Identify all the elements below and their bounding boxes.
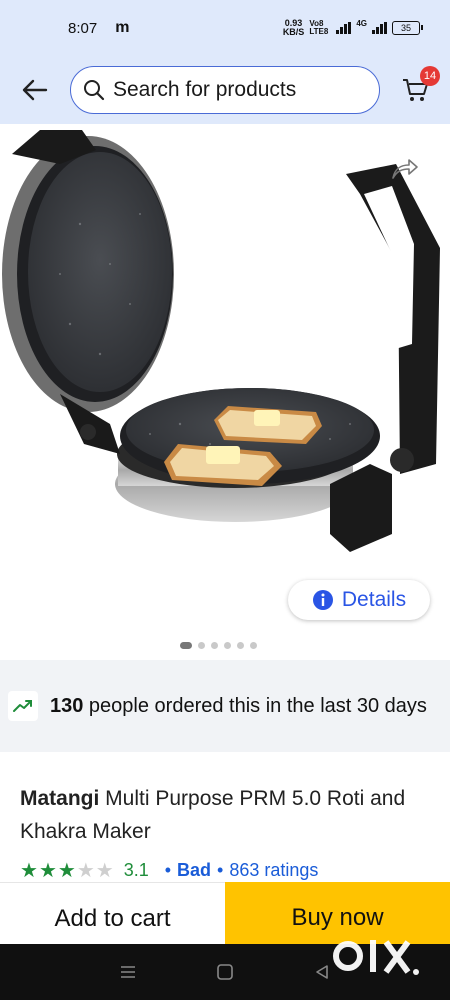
home-button[interactable] [210, 957, 240, 987]
rating-value: 3.1 [123, 860, 149, 880]
product-image[interactable] [0, 124, 450, 654]
details-label: Details [341, 588, 407, 611]
add-to-cart-button[interactable]: Add to cart [0, 882, 225, 944]
share-button[interactable] [386, 152, 424, 186]
carousel-dot[interactable] [250, 642, 257, 649]
signal-icon [336, 22, 352, 34]
back-button[interactable] [0, 56, 70, 124]
star-full-icon: ★ [38, 859, 57, 882]
roti-maker-illustration [2, 130, 440, 552]
orders-text: 130 people ordered this in the last 30 d… [50, 691, 430, 721]
notification-app-icon: m [115, 19, 130, 36]
share-icon [392, 159, 418, 179]
network-speed: 0.93 KB/S [283, 19, 305, 37]
volte-label: Vo8 LTE8 [309, 20, 329, 36]
star-full-icon: ★ [20, 859, 38, 882]
carousel-dot[interactable] [198, 642, 205, 649]
carousel-dot[interactable] [237, 642, 244, 649]
back-arrow-icon [22, 79, 48, 101]
network-type: 4G [356, 19, 367, 28]
separator-dot: • [217, 860, 224, 880]
product-title: Matangi Multi Purpose PRM 5.0 Roti and K… [20, 782, 440, 848]
status-time: 8:07 [68, 19, 98, 37]
cart-button[interactable]: 14 [380, 56, 450, 124]
cart-count-badge: 14 [420, 66, 440, 86]
menu-icon [121, 966, 136, 978]
search-input[interactable]: Search for products [70, 66, 380, 114]
olx-watermark-logo [332, 928, 424, 994]
orders-banner: 130 people ordered this in the last 30 d… [0, 660, 450, 752]
menu-button[interactable] [113, 957, 143, 987]
star-empty-icon: ★ [95, 859, 114, 882]
back-triangle-icon [315, 965, 328, 979]
app-header: Search for products 14 [0, 56, 450, 124]
star-full-icon: ★ [57, 859, 76, 882]
product-brand: Matangi [20, 787, 100, 810]
search-icon [84, 80, 105, 101]
carousel-dot[interactable] [224, 642, 231, 649]
status-indicators: 0.93 KB/S Vo8 LTE8 4G 35 [283, 19, 423, 37]
trending-up-icon [8, 691, 38, 721]
status-bar: 8:07 m 0.93 KB/S Vo8 LTE8 4G 35 [0, 0, 450, 56]
orders-description: people ordered this in the last 30 days [83, 695, 427, 717]
network-speed-unit: KB/S [282, 27, 305, 37]
carousel-dot-active[interactable] [180, 642, 192, 649]
star-empty-icon: ★ [76, 859, 95, 882]
home-icon [217, 964, 233, 980]
carousel-dots[interactable] [180, 642, 257, 649]
battery-level: 35 [400, 23, 411, 33]
product-page: 8:07 m 0.93 KB/S Vo8 LTE8 4G 35 Search f… [0, 0, 450, 1000]
signal-2-icon [372, 22, 387, 34]
ratings-count: 863 ratings [229, 860, 319, 880]
details-button[interactable]: Details [288, 580, 430, 620]
battery-icon: 35 [392, 21, 423, 35]
rating-row[interactable]: ★ ★ ★ ★ ★ 3.1 • Bad • 863 ratings [20, 860, 318, 881]
orders-count: 130 [50, 695, 84, 717]
separator-dot: • [164, 860, 172, 880]
rating-stars: ★ ★ ★ ★ ★ [20, 861, 114, 881]
search-placeholder: Search for products [113, 78, 297, 101]
info-icon [312, 590, 333, 610]
rating-label: Bad [177, 860, 212, 880]
carousel-dot[interactable] [211, 642, 218, 649]
